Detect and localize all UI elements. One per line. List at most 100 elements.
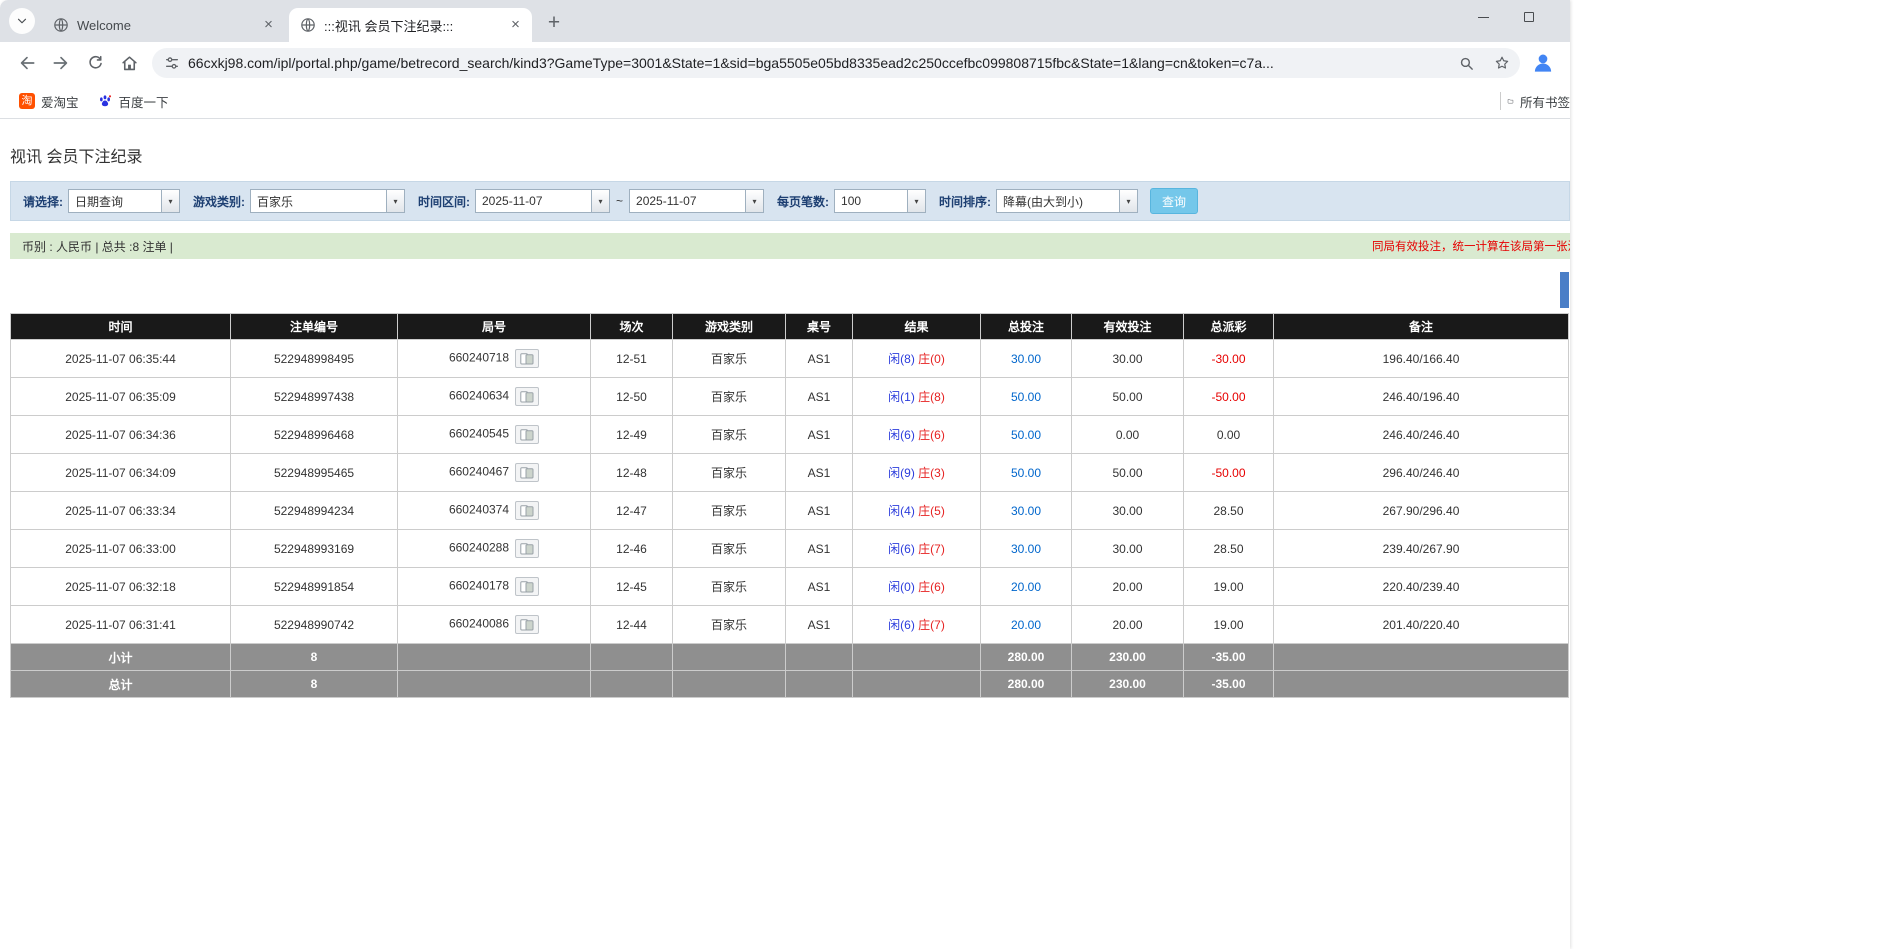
summary-bar: 币别 : 人民币 | 总共 :8 注单 | 同局有效投注，统一计算在该局第一张注… — [10, 233, 1570, 259]
banker-result: 庄(7) — [918, 542, 945, 556]
round-result-icon[interactable] — [515, 577, 539, 596]
round-result-icon[interactable] — [515, 539, 539, 558]
site-settings-icon[interactable] — [164, 55, 180, 71]
star-icon — [1493, 54, 1511, 72]
cell-game-type: 百家乐 — [673, 568, 786, 606]
cell-remark: 196.40/166.40 — [1274, 340, 1569, 378]
tab-strip: Welcome :::视讯 会员下注纪录::: — [0, 0, 1570, 42]
back-button[interactable] — [10, 46, 44, 80]
cell-result: 闲(8) 庄(0) — [853, 340, 981, 378]
folder-icon — [1507, 93, 1514, 109]
cell-remark: 220.40/239.40 — [1274, 568, 1569, 606]
col-header: 有效投注 — [1072, 314, 1184, 340]
bookmark-star-icon[interactable] — [1488, 49, 1516, 77]
cell-time: 2025-11-07 06:33:34 — [11, 492, 231, 530]
col-header: 总派彩 — [1184, 314, 1274, 340]
player-result: 闲(6) — [888, 618, 915, 632]
cell-payout: -50.00 — [1184, 454, 1274, 492]
tab-close-icon[interactable] — [507, 17, 524, 34]
player-result: 闲(6) — [888, 542, 915, 556]
cell-game-type: 百家乐 — [673, 454, 786, 492]
bookmark-taobao[interactable]: 淘 爱淘宝 — [10, 88, 88, 115]
cell-round: 660240718 — [398, 340, 591, 378]
separator — [1500, 92, 1501, 110]
bet-row: 2025-11-07 06:31:41522948990742660240086… — [11, 606, 1569, 644]
cell-total-bet[interactable]: 50.00 — [981, 416, 1072, 454]
chevron-down-icon[interactable] — [161, 190, 179, 212]
cell-remark: 201.40/220.40 — [1274, 606, 1569, 644]
tab-betrecord[interactable]: :::视讯 会员下注纪录::: — [289, 8, 532, 42]
forward-button[interactable] — [44, 46, 78, 80]
chevron-down-icon[interactable] — [386, 190, 404, 212]
maximize-icon — [1524, 12, 1534, 22]
cell-total-bet[interactable]: 30.00 — [981, 530, 1072, 568]
date-to-select[interactable]: 2025-11-07 — [629, 189, 764, 213]
person-icon — [1530, 50, 1556, 76]
round-number: 660240178 — [449, 579, 509, 593]
cell-round: 660240288 — [398, 530, 591, 568]
chevron-down-icon[interactable] — [1119, 190, 1137, 212]
round-result-icon[interactable] — [515, 349, 539, 368]
cell-valid-bet: 30.00 — [1072, 492, 1184, 530]
bet-table-body: 2025-11-07 06:35:44522948998495660240718… — [11, 340, 1569, 644]
home-icon — [120, 54, 139, 73]
round-result-icon[interactable] — [515, 501, 539, 520]
cell-session: 12-47 — [591, 492, 673, 530]
cell-total-bet[interactable]: 20.00 — [981, 568, 1072, 606]
chevron-down-icon[interactable] — [907, 190, 925, 212]
summary-notice: 同局有效投注，统一计算在该局第一张注单 — [1372, 238, 1570, 254]
date-from-select[interactable]: 2025-11-07 — [475, 189, 610, 213]
page-size-select[interactable]: 100 — [834, 189, 926, 213]
minimize-button[interactable] — [1460, 0, 1506, 34]
maximize-button[interactable] — [1506, 0, 1552, 34]
bet-row: 2025-11-07 06:35:09522948997438660240634… — [11, 378, 1569, 416]
round-result-icon[interactable] — [515, 387, 539, 406]
date-mode-select[interactable]: 日期查询 — [68, 189, 180, 213]
profile-avatar[interactable] — [1526, 46, 1560, 80]
subtotal-count: 8 — [231, 644, 398, 671]
cell-bet-id: 522948998495 — [231, 340, 398, 378]
url-bar[interactable]: 66cxkj98.com/ipl/portal.php/game/betreco… — [152, 48, 1520, 78]
cell-total-bet[interactable]: 20.00 — [981, 606, 1072, 644]
cell-total-bet[interactable]: 50.00 — [981, 378, 1072, 416]
cell-payout: 28.50 — [1184, 492, 1274, 530]
round-result-icon[interactable] — [515, 425, 539, 444]
col-header: 时间 — [11, 314, 231, 340]
sort-select[interactable]: 降幕(由大到小) — [996, 189, 1138, 213]
game-type-select[interactable]: 百家乐 — [250, 189, 405, 213]
globe-icon — [53, 17, 69, 33]
chevron-down-icon[interactable] — [745, 190, 763, 212]
cell-payout: 19.00 — [1184, 606, 1274, 644]
reload-button[interactable] — [78, 46, 112, 80]
navigation-toolbar: 66cxkj98.com/ipl/portal.php/game/betreco… — [0, 42, 1570, 84]
cell-table-no: AS1 — [786, 530, 853, 568]
tab-search-button[interactable] — [9, 8, 35, 34]
cell-payout: 28.50 — [1184, 530, 1274, 568]
bet-row: 2025-11-07 06:35:44522948998495660240718… — [11, 340, 1569, 378]
round-result-icon[interactable] — [515, 463, 539, 482]
total-count: 8 — [231, 671, 398, 698]
banker-result: 庄(3) — [918, 466, 945, 480]
round-result-icon[interactable] — [515, 615, 539, 634]
tab-welcome[interactable]: Welcome — [42, 8, 285, 42]
zoom-icon[interactable] — [1452, 49, 1480, 77]
cell-total-bet[interactable]: 30.00 — [981, 492, 1072, 530]
sort-label: 时间排序: — [939, 193, 991, 210]
cell-game-type: 百家乐 — [673, 340, 786, 378]
all-bookmarks-button[interactable]: 所有书签 — [1500, 92, 1570, 111]
cell-total-bet[interactable]: 50.00 — [981, 454, 1072, 492]
url-text: 66cxkj98.com/ipl/portal.php/game/betreco… — [188, 55, 1444, 71]
globe-icon — [300, 17, 316, 33]
search-button[interactable]: 查询 — [1150, 188, 1198, 214]
tab-close-icon[interactable] — [260, 17, 277, 34]
bookmark-baidu[interactable]: 百度一下 — [88, 88, 178, 115]
cell-total-bet[interactable]: 30.00 — [981, 340, 1072, 378]
home-button[interactable] — [112, 46, 146, 80]
chevron-down-icon[interactable] — [591, 190, 609, 212]
col-header: 场次 — [591, 314, 673, 340]
cell-time: 2025-11-07 06:35:09 — [11, 378, 231, 416]
bookmark-label: 爱淘宝 — [41, 92, 79, 111]
minimize-icon — [1478, 17, 1489, 18]
scrollbar-thumb[interactable] — [1560, 272, 1569, 308]
new-tab-button[interactable] — [540, 9, 568, 37]
